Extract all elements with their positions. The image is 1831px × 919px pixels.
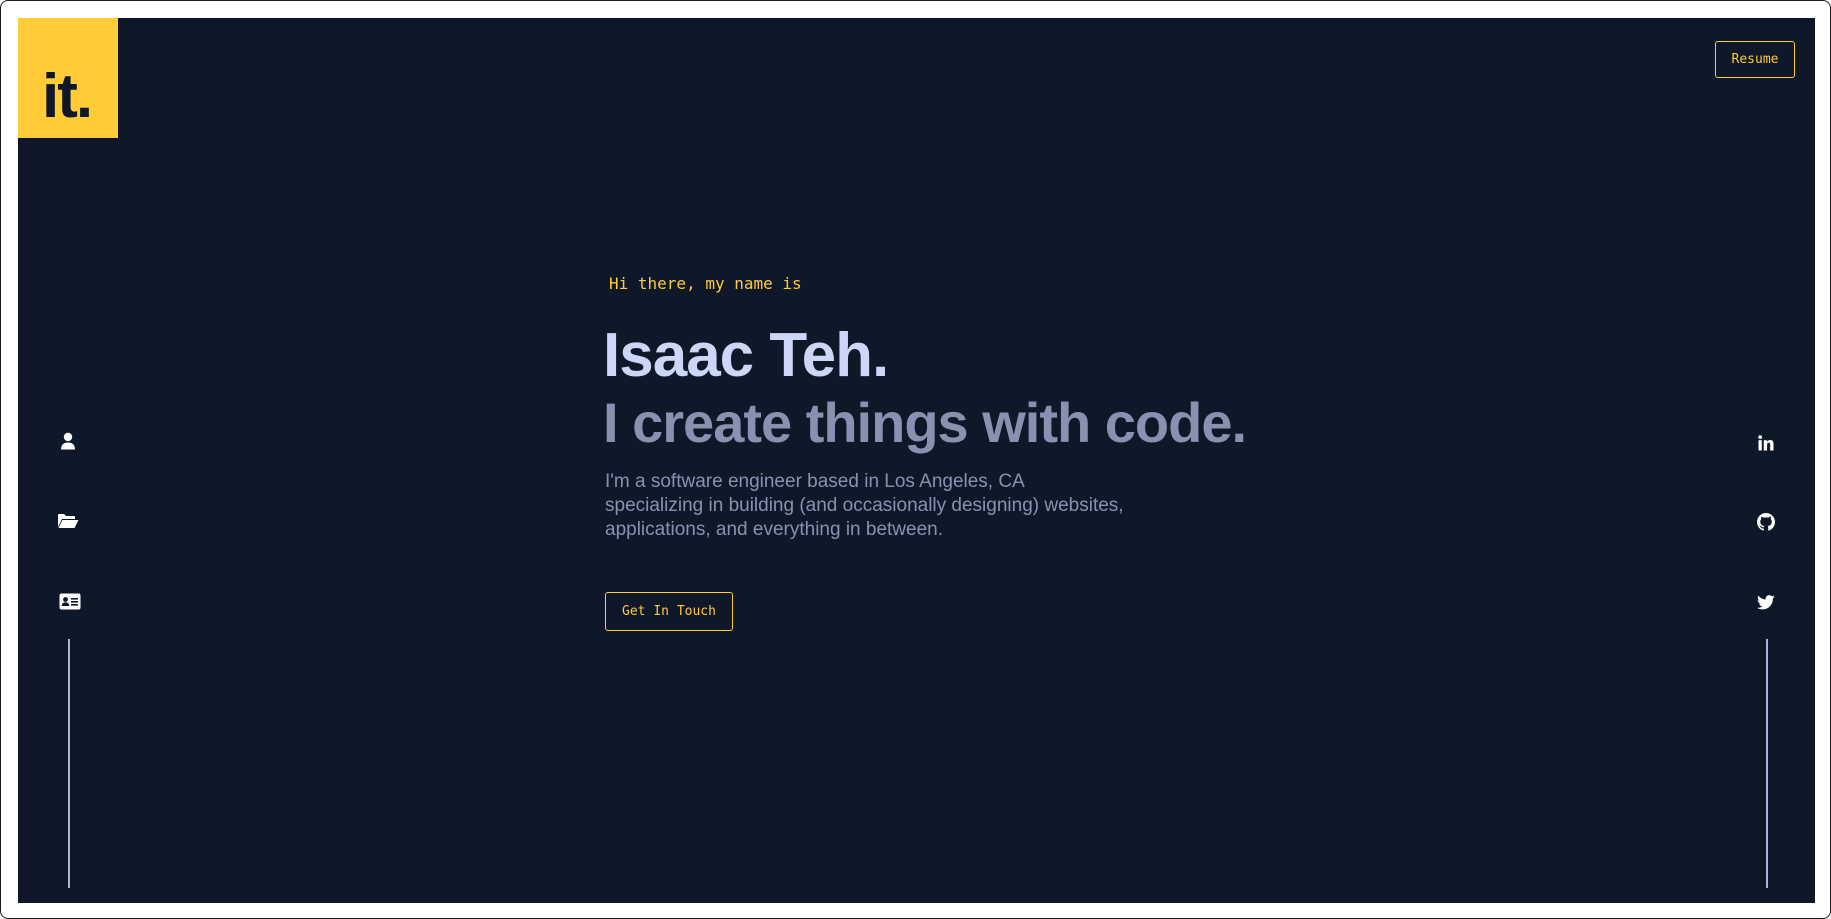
nav-contact-button[interactable] bbox=[58, 589, 82, 613]
twitter-link[interactable] bbox=[1754, 590, 1778, 614]
hero-greeting: Hi there, my name is bbox=[609, 274, 802, 293]
twitter-icon bbox=[1757, 594, 1775, 609]
resume-button[interactable]: Resume bbox=[1715, 41, 1795, 78]
page-viewport: it. Resume Hi there, my name is Isaac Te… bbox=[18, 18, 1815, 903]
github-link[interactable] bbox=[1754, 510, 1778, 534]
github-icon bbox=[1757, 513, 1775, 531]
user-icon bbox=[61, 432, 75, 450]
hero-bio: I'm a software engineer based in Los Ang… bbox=[605, 471, 1124, 540]
linkedin-link[interactable] bbox=[1754, 431, 1778, 455]
get-in-touch-button[interactable]: Get In Touch bbox=[605, 592, 733, 631]
linkedin-icon bbox=[1758, 435, 1774, 451]
site-logo[interactable]: it. bbox=[18, 18, 118, 138]
logo-text: it. bbox=[42, 62, 93, 131]
folder-open-icon bbox=[58, 514, 79, 528]
hero-name: Isaac Teh. bbox=[603, 321, 889, 390]
contact-card-icon bbox=[59, 593, 81, 609]
left-vertical-line bbox=[68, 639, 70, 888]
nav-about-button[interactable] bbox=[56, 429, 80, 453]
hero-tagline: I create things with code. bbox=[603, 391, 1247, 454]
nav-projects-button[interactable] bbox=[56, 509, 80, 533]
browser-frame: it. Resume Hi there, my name is Isaac Te… bbox=[0, 0, 1831, 919]
right-vertical-line bbox=[1766, 639, 1768, 888]
